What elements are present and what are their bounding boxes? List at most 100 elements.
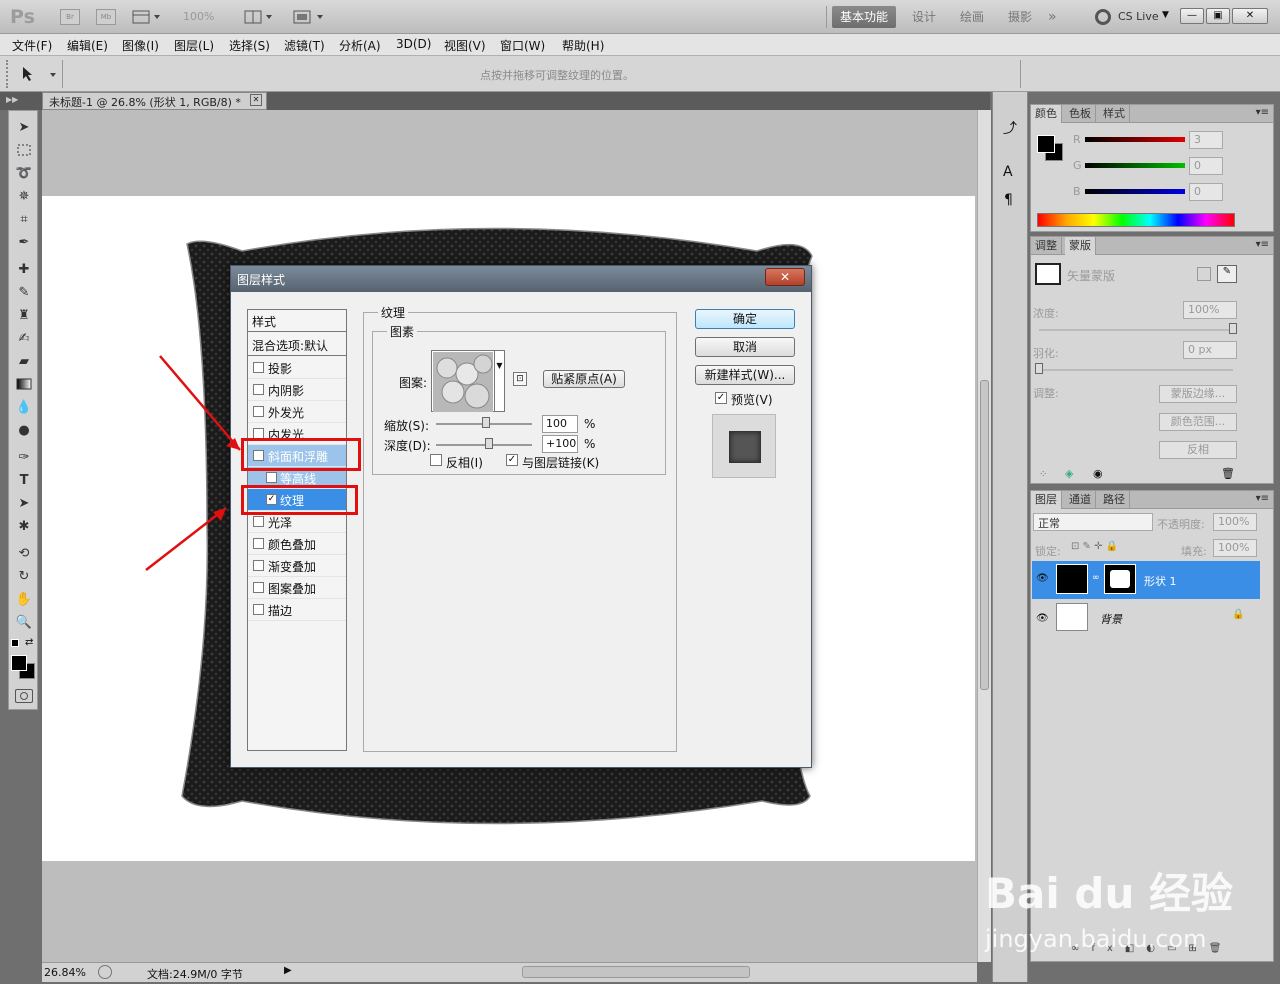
collapse-tools-icon[interactable]: ▶▶	[6, 95, 18, 104]
blur-tool-icon[interactable]: 💧	[15, 399, 33, 417]
bridge-button[interactable]: Br	[60, 9, 80, 25]
blue-value[interactable]: 0	[1189, 183, 1223, 201]
feather-value[interactable]: 0 px	[1183, 341, 1237, 359]
menu-help[interactable]: 帮助(H)	[562, 37, 604, 54]
checkbox[interactable]	[253, 604, 264, 615]
style-inner-shadow[interactable]: 内阴影	[248, 379, 346, 401]
menu-analysis[interactable]: 分析(A)	[339, 37, 381, 54]
delete-mask-icon[interactable]: 🗑	[1221, 467, 1235, 480]
quick-selection-tool-icon[interactable]: ✵	[15, 188, 33, 206]
checkbox[interactable]	[253, 406, 264, 417]
tab-masks[interactable]: 蒙版	[1065, 237, 1096, 255]
default-colors-icon[interactable]	[11, 639, 19, 647]
mini-bridge-button[interactable]: Mb	[96, 9, 116, 25]
green-value[interactable]: 0	[1189, 157, 1223, 175]
quick-mask-icon[interactable]	[15, 689, 33, 703]
density-slider-thumb[interactable]	[1229, 323, 1237, 334]
close-window-button[interactable]: ✕	[1232, 8, 1268, 24]
character-panel-icon[interactable]: A	[1003, 164, 1013, 180]
opacity-value[interactable]: 100%	[1213, 513, 1257, 531]
cs-live-button[interactable]: CS Live	[1118, 10, 1159, 23]
panel-menu-icon[interactable]: ▾≡	[1256, 107, 1269, 118]
style-drop-shadow[interactable]: 投影	[248, 357, 346, 379]
zoom-select[interactable]: 100%	[183, 10, 214, 23]
workspace-photography[interactable]: 摄影	[1000, 6, 1040, 28]
tab-color[interactable]: 颜色	[1031, 105, 1062, 123]
workspace-essentials[interactable]: 基本功能	[832, 6, 897, 28]
3d-rotate-tool-icon[interactable]: ⟲	[15, 545, 33, 563]
snap-to-origin-button[interactable]: 贴紧原点(A)	[543, 370, 625, 388]
dialog-close-button[interactable]: ✕	[765, 268, 805, 286]
path-selection-tool-icon[interactable]: ➤	[15, 495, 33, 513]
dodge-tool-icon[interactable]: ●	[15, 422, 33, 440]
load-selection-icon[interactable]: ⁘	[1039, 469, 1047, 480]
styles-header[interactable]: 样式	[248, 310, 346, 332]
depth-slider-thumb[interactable]	[484, 438, 493, 449]
menu-view[interactable]: 视图(V)	[444, 37, 486, 54]
document-tab[interactable]: 未标题-1 @ 26.8% (形状 1, RGB/8) * ✕	[42, 92, 267, 110]
menu-3d[interactable]: 3D(D)	[396, 37, 431, 51]
dialog-title-bar[interactable]: 图层样式 ✕	[231, 266, 811, 292]
gradient-tool-icon[interactable]	[15, 376, 33, 394]
add-vector-mask-icon[interactable]: ✎	[1217, 265, 1237, 283]
3d-orbit-tool-icon[interactable]: ↻	[15, 568, 33, 586]
workspace-design[interactable]: 设计	[904, 6, 944, 28]
checkbox[interactable]	[253, 560, 264, 571]
crop-tool-icon[interactable]: ⌗	[15, 211, 33, 229]
eye-icon[interactable]: 👁	[1036, 613, 1049, 624]
apply-mask-icon[interactable]: ◈	[1065, 467, 1073, 480]
foreground-color-swatch[interactable]	[11, 655, 27, 671]
zoom-level[interactable]: 26.84%	[44, 966, 86, 979]
visibility-mask-icon[interactable]: ◉	[1093, 467, 1103, 480]
vertical-scrollbar[interactable]	[977, 110, 991, 962]
menu-layer[interactable]: 图层(L)	[174, 37, 214, 54]
invert-checkbox[interactable]	[430, 454, 442, 466]
checkbox[interactable]	[253, 384, 264, 395]
layer-row-background[interactable]: 👁 背景 🔒	[1032, 601, 1260, 635]
more-workspaces-button[interactable]: »	[1040, 6, 1065, 28]
lock-icons[interactable]: ⊡ ✎ ✛ 🔒	[1071, 541, 1118, 552]
eraser-tool-icon[interactable]: ▰	[15, 353, 33, 371]
lasso-tool-icon[interactable]: ➰	[15, 165, 33, 183]
status-menu-arrow-icon[interactable]: ▶	[284, 965, 292, 976]
fill-value[interactable]: 100%	[1213, 539, 1257, 557]
pattern-picker[interactable]: ▼	[431, 350, 505, 412]
checkbox[interactable]	[253, 362, 264, 373]
cs-live-dropdown-icon[interactable]: ▼	[1162, 10, 1169, 20]
restore-button[interactable]: ▣	[1206, 8, 1230, 24]
menu-image[interactable]: 图像(I)	[122, 37, 159, 54]
add-pixel-mask-icon[interactable]	[1197, 267, 1211, 281]
type-tool-icon[interactable]: T	[15, 472, 33, 490]
new-style-button[interactable]: 新建样式(W)...	[695, 365, 795, 385]
pen-tool-icon[interactable]: ✑	[15, 449, 33, 467]
move-tool-preset-icon[interactable]	[20, 65, 56, 86]
marquee-tool-icon[interactable]	[15, 142, 33, 160]
checkbox[interactable]	[253, 516, 264, 527]
workspace-painting[interactable]: 绘画	[952, 6, 992, 28]
menu-edit[interactable]: 编辑(E)	[67, 37, 108, 54]
tab-adjustments[interactable]: 调整	[1031, 237, 1062, 255]
green-slider[interactable]	[1085, 163, 1185, 168]
color-range-button[interactable]: 颜色范围...	[1159, 413, 1237, 431]
hand-tool-icon[interactable]: ✋	[15, 591, 33, 609]
panel-menu-icon[interactable]: ▾≡	[1256, 239, 1269, 250]
custom-shape-tool-icon[interactable]: ✱	[15, 518, 33, 536]
density-value[interactable]: 100%	[1183, 301, 1237, 319]
red-slider[interactable]	[1085, 137, 1185, 142]
view-extras-icon[interactable]	[132, 8, 160, 26]
blend-mode-select[interactable]: 正常	[1033, 513, 1153, 531]
red-value[interactable]: 3	[1189, 131, 1223, 149]
new-preset-icon[interactable]: ⊡	[513, 372, 527, 386]
healing-brush-tool-icon[interactable]: ✚	[15, 261, 33, 279]
link-with-layer-checkbox[interactable]: ✓	[506, 454, 518, 466]
scale-value[interactable]: 100	[542, 415, 578, 433]
style-pattern-overlay[interactable]: 图案叠加	[248, 577, 346, 599]
style-outer-glow[interactable]: 外发光	[248, 401, 346, 423]
blending-options-item[interactable]: 混合选项:默认	[248, 334, 346, 356]
menu-select[interactable]: 选择(S)	[229, 37, 270, 54]
checkbox[interactable]	[266, 472, 277, 483]
scale-slider-thumb[interactable]	[482, 417, 491, 428]
foreground-color-chip[interactable]	[1037, 135, 1055, 153]
pattern-dropdown-icon[interactable]: ▼	[494, 351, 504, 411]
ok-button[interactable]: 确定	[695, 309, 795, 329]
